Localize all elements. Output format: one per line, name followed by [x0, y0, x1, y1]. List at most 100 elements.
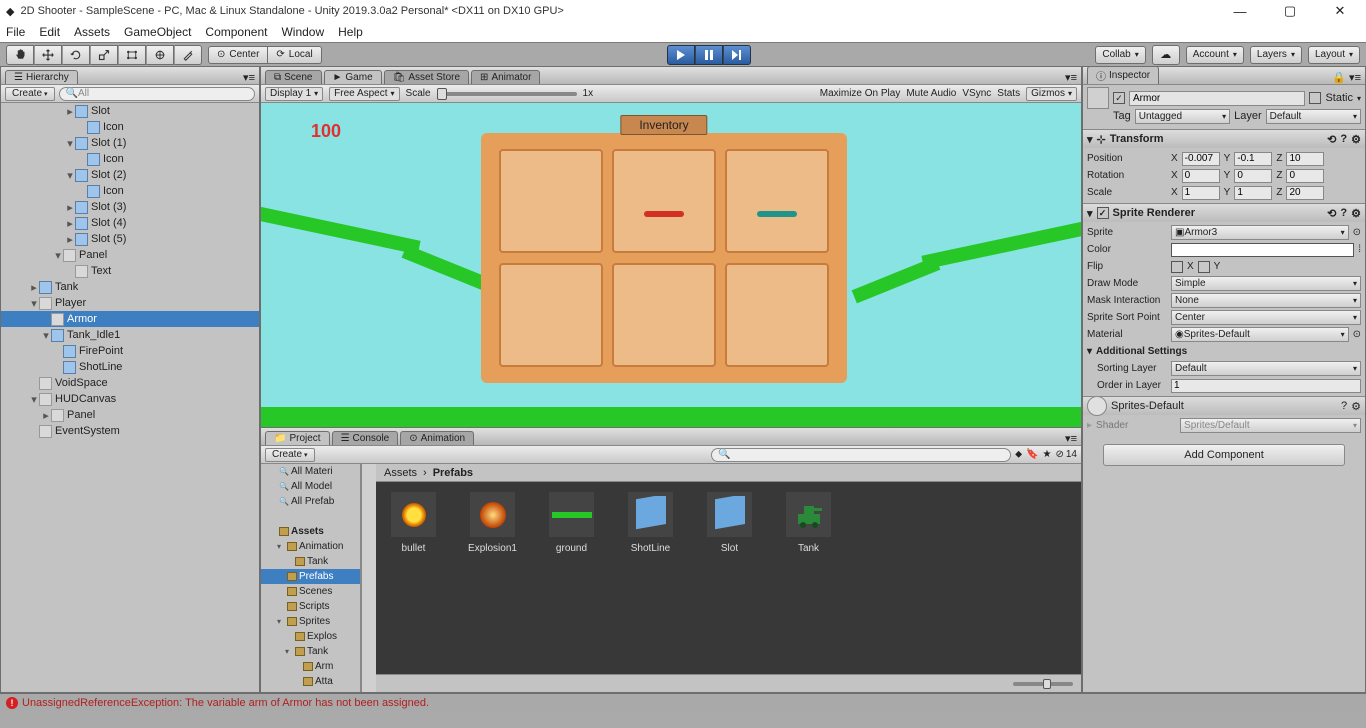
pos-z-input[interactable] — [1286, 152, 1324, 166]
collab-dropdown[interactable]: Collab — [1095, 46, 1145, 64]
asset-item[interactable]: Tank — [781, 492, 836, 664]
panel-menu-icon[interactable]: ▾≡ — [239, 71, 259, 84]
inventory-slot[interactable] — [725, 263, 829, 367]
drawmode-dropdown[interactable]: Simple — [1171, 276, 1361, 291]
inspector-tab[interactable]: ⓘInspector — [1087, 66, 1159, 84]
hierarchy-row[interactable]: ShotLine — [1, 359, 259, 375]
account-dropdown[interactable]: Account — [1186, 46, 1244, 64]
crumb-root[interactable]: Assets — [384, 467, 417, 479]
project-search-input[interactable]: 🔍 — [711, 448, 1011, 462]
game-tab[interactable]: ►Game — [324, 70, 382, 84]
hierarchy-row[interactable]: Armor — [1, 311, 259, 327]
project-tree-row[interactable]: Tank — [261, 554, 360, 569]
asset-item[interactable]: Explosion1 — [465, 492, 520, 664]
scale-z-input[interactable] — [1286, 186, 1324, 200]
pos-y-input[interactable] — [1234, 152, 1272, 166]
project-tree-row[interactable] — [261, 509, 360, 524]
scale-slider[interactable] — [437, 92, 577, 96]
animation-tab[interactable]: ⊙Animation — [400, 431, 474, 445]
project-tree-row[interactable]: Scripts — [261, 599, 360, 614]
custom-tool-button[interactable] — [174, 45, 202, 65]
tag-dropdown[interactable]: Untagged — [1135, 109, 1230, 124]
asset-grid[interactable]: bulletExplosion1groundShotLineSlotTank — [376, 482, 1081, 674]
eyedropper-icon[interactable]: ⁞ — [1358, 244, 1361, 255]
gear-icon[interactable]: ⚙ — [1351, 133, 1361, 146]
maximize-button[interactable]: ▢ — [1270, 0, 1310, 22]
project-tab[interactable]: 📁Project — [265, 431, 330, 445]
hierarchy-search-input[interactable]: 🔍All — [59, 87, 255, 101]
rotate-tool-button[interactable] — [62, 45, 90, 65]
project-tree-row[interactable]: ▾Sprites — [261, 614, 360, 629]
inventory-slot[interactable] — [612, 263, 716, 367]
mask-dropdown[interactable]: None — [1171, 293, 1361, 308]
mute-audio-toggle[interactable]: Mute Audio — [906, 88, 956, 99]
move-tool-button[interactable] — [34, 45, 62, 65]
menu-window[interactable]: Window — [281, 25, 324, 39]
menu-file[interactable]: File — [6, 25, 25, 39]
project-create-button[interactable]: Create ▾ — [265, 448, 315, 462]
hierarchy-row[interactable]: Icon — [1, 119, 259, 135]
static-checkbox[interactable] — [1309, 92, 1321, 104]
step-button[interactable] — [723, 45, 751, 65]
hierarchy-tab[interactable]: ☰Hierarchy — [5, 70, 78, 84]
hand-tool-button[interactable] — [6, 45, 34, 65]
asset-item[interactable]: ground — [544, 492, 599, 664]
menu-assets[interactable]: Assets — [74, 25, 110, 39]
inventory-slot[interactable] — [499, 149, 603, 253]
project-tree[interactable]: All MateriAll ModelAll PrefabAssets▾Anim… — [261, 464, 361, 692]
flip-x-checkbox[interactable] — [1171, 261, 1183, 273]
close-button[interactable]: ✕ — [1320, 0, 1360, 22]
hierarchy-row[interactable]: ▾Tank_Idle1 — [1, 327, 259, 343]
project-tree-row[interactable]: All Model — [261, 479, 360, 494]
foldout-icon[interactable]: ▾ — [1087, 133, 1093, 146]
foldout-icon[interactable]: ▾ — [1087, 346, 1092, 357]
menu-edit[interactable]: Edit — [39, 25, 60, 39]
display-dropdown[interactable]: Display 1 — [265, 87, 323, 101]
inventory-slot[interactable] — [725, 149, 829, 253]
add-component-button[interactable]: Add Component — [1103, 444, 1345, 466]
layer-dropdown[interactable]: Default — [1266, 109, 1361, 124]
project-tree-row[interactable]: Atta — [261, 674, 360, 689]
menu-help[interactable]: Help — [338, 25, 363, 39]
panel-menu-icon[interactable]: ▾≡ — [1061, 71, 1081, 84]
sprite-field[interactable]: ▣ Armor3 — [1171, 225, 1349, 240]
thumb-size-slider[interactable] — [1013, 682, 1073, 686]
rect-tool-button[interactable] — [118, 45, 146, 65]
favorite-icon[interactable]: ★ — [1043, 449, 1052, 460]
reset-icon[interactable]: ⟲ — [1327, 207, 1336, 220]
order-in-layer-input[interactable] — [1171, 379, 1361, 393]
cloud-button[interactable]: ☁ — [1152, 45, 1180, 65]
reset-icon[interactable]: ⟲ — [1327, 133, 1336, 146]
asset-store-tab[interactable]: 🛍Asset Store — [384, 70, 469, 84]
hierarchy-row[interactable]: ▾Slot (1) — [1, 135, 259, 151]
project-tree-row[interactable]: Scenes — [261, 584, 360, 599]
help-icon[interactable]: ? — [1340, 207, 1347, 219]
hierarchy-row[interactable]: Icon — [1, 183, 259, 199]
material-field[interactable]: ◉ Sprites-Default — [1171, 327, 1349, 342]
project-tree-row[interactable]: Arm — [261, 659, 360, 674]
sortpoint-dropdown[interactable]: Center — [1171, 310, 1361, 325]
pos-x-input[interactable] — [1182, 152, 1220, 166]
inventory-slot[interactable] — [499, 263, 603, 367]
filter-icon[interactable]: 🔖 — [1026, 449, 1038, 460]
asset-item[interactable]: Slot — [702, 492, 757, 664]
rot-y-input[interactable] — [1234, 169, 1272, 183]
rot-x-input[interactable] — [1182, 169, 1220, 183]
transform-tool-button[interactable] — [146, 45, 174, 65]
lock-icon[interactable]: 🔒 ▾≡ — [1328, 71, 1365, 84]
hierarchy-row[interactable]: ▸Slot (5) — [1, 231, 259, 247]
rot-z-input[interactable] — [1286, 169, 1324, 183]
hierarchy-row[interactable]: ▾Slot (2) — [1, 167, 259, 183]
hierarchy-row[interactable]: ▸Slot (3) — [1, 199, 259, 215]
vsync-toggle[interactable]: VSync — [962, 88, 991, 99]
hierarchy-row[interactable]: ▸Tank — [1, 279, 259, 295]
maximize-on-play-toggle[interactable]: Maximize On Play — [820, 88, 901, 99]
hierarchy-row[interactable]: VoidSpace — [1, 375, 259, 391]
inventory-slot[interactable] — [612, 149, 716, 253]
hierarchy-row[interactable]: ▾Panel — [1, 247, 259, 263]
play-button[interactable] — [667, 45, 695, 65]
flip-y-checkbox[interactable] — [1198, 261, 1210, 273]
aspect-dropdown[interactable]: Free Aspect — [329, 87, 399, 101]
layout-dropdown[interactable]: Layout — [1308, 46, 1360, 64]
tree-scrollbar[interactable] — [361, 464, 376, 692]
